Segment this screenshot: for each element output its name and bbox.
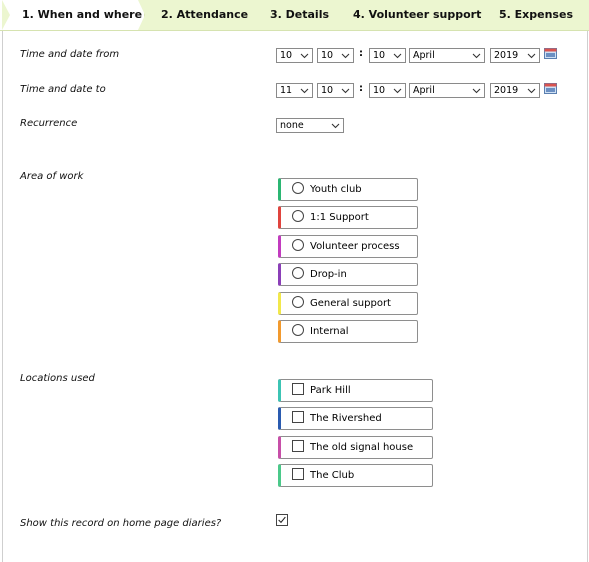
recurrence-select[interactable]: none	[276, 118, 344, 133]
to-month-select[interactable]: April	[409, 83, 485, 98]
time-from-label: Time and date from	[20, 49, 120, 60]
calendar-icon[interactable]	[544, 83, 557, 94]
to-year-value: 2019	[494, 85, 519, 96]
tab-when-and-where[interactable]: 1. When and where	[0, 0, 145, 30]
area-option-general-support[interactable]: General support	[278, 291, 418, 315]
chevron-down-icon	[393, 53, 402, 59]
show-on-home-checkbox[interactable]	[276, 514, 288, 526]
chevron-down-icon	[472, 88, 481, 94]
to-second-value: 10	[373, 85, 386, 96]
location-option-the-rivershed[interactable]: The Rivershed	[278, 407, 433, 431]
checkbox[interactable]	[292, 411, 304, 424]
tab-bar: 1. When and where 2. Attendance 3. Detai…	[0, 0, 589, 31]
tab-expenses[interactable]: 5. Expenses	[499, 0, 573, 30]
to-second-select[interactable]: 10	[369, 83, 406, 98]
option-label: Volunteer process	[310, 240, 400, 252]
chevron-down-icon	[300, 88, 309, 94]
show-on-home-label: Show this record on home page diaries?	[20, 518, 222, 529]
radio-button[interactable]	[292, 238, 304, 251]
checkmark-icon	[278, 516, 286, 524]
calendar-icon[interactable]	[544, 48, 557, 59]
chevron-down-icon	[331, 123, 340, 129]
recurrence-value: none	[280, 120, 304, 131]
chevron-down-icon	[527, 88, 536, 94]
location-option-the-old-signal-house[interactable]: The old signal house	[278, 435, 433, 459]
time-separator: :	[359, 48, 363, 59]
option-label: 1:1 Support	[310, 212, 369, 224]
chevron-down-icon	[527, 53, 536, 59]
radio-button[interactable]	[292, 295, 304, 308]
to-year-select[interactable]: 2019	[490, 83, 540, 98]
area-option-internal[interactable]: Internal	[278, 320, 418, 343]
location-option-park-hill[interactable]: Park Hill	[278, 379, 433, 402]
chevron-down-icon	[393, 88, 402, 94]
option-label: Drop-in	[310, 269, 347, 281]
locations-used-label: Locations used	[20, 373, 95, 384]
radio-button[interactable]	[292, 182, 304, 194]
tab-attendance[interactable]: 2. Attendance	[161, 0, 248, 30]
chevron-down-icon	[300, 53, 309, 59]
from-minute-value: 10	[321, 50, 334, 61]
from-year-value: 2019	[494, 50, 519, 61]
chevron-down-icon	[341, 53, 350, 59]
to-hour-value: 11	[280, 85, 293, 96]
checkbox[interactable]	[292, 468, 304, 481]
time-separator: :	[359, 83, 363, 94]
tab-volunteer-support[interactable]: 4. Volunteer support	[353, 0, 481, 30]
radio-button[interactable]	[292, 324, 304, 336]
radio-button[interactable]	[292, 210, 304, 223]
from-month-select[interactable]: April	[409, 48, 485, 63]
to-hour-select[interactable]: 11	[276, 83, 313, 98]
from-year-select[interactable]: 2019	[490, 48, 540, 63]
option-label: The Club	[310, 470, 355, 482]
to-minute-value: 10	[321, 85, 334, 96]
to-minute-select[interactable]: 10	[317, 83, 354, 98]
option-label: Internal	[310, 326, 349, 337]
area-option-1-1-support[interactable]: 1:1 Support	[278, 206, 418, 230]
option-label: The Rivershed	[310, 413, 382, 425]
from-hour-select[interactable]: 10	[276, 48, 313, 63]
option-label: Park Hill	[310, 385, 351, 396]
radio-button[interactable]	[292, 267, 304, 280]
tab-details[interactable]: 3. Details	[270, 0, 329, 30]
form-panel: Time and date from 10 10 : 10 April 2019…	[2, 31, 588, 562]
option-label: The old signal house	[310, 441, 414, 453]
from-second-value: 10	[373, 50, 386, 61]
area-option-youth-club[interactable]: Youth club	[278, 178, 418, 201]
recurrence-label: Recurrence	[20, 118, 78, 129]
checkbox[interactable]	[292, 439, 304, 452]
area-option-drop-in[interactable]: Drop-in	[278, 263, 418, 287]
chevron-down-icon	[472, 53, 481, 59]
from-minute-select[interactable]: 10	[317, 48, 354, 63]
area-option-volunteer-process[interactable]: Volunteer process	[278, 234, 418, 258]
from-month-value: April	[413, 50, 435, 61]
from-second-select[interactable]: 10	[369, 48, 406, 63]
from-hour-value: 10	[280, 50, 293, 61]
location-option-the-club[interactable]: The Club	[278, 464, 433, 488]
to-month-value: April	[413, 85, 435, 96]
option-label: Youth club	[310, 184, 362, 195]
checkbox[interactable]	[292, 383, 304, 395]
chevron-down-icon	[341, 88, 350, 94]
option-label: General support	[310, 297, 391, 309]
time-to-label: Time and date to	[20, 84, 106, 95]
area-of-work-label: Area of work	[20, 171, 84, 182]
